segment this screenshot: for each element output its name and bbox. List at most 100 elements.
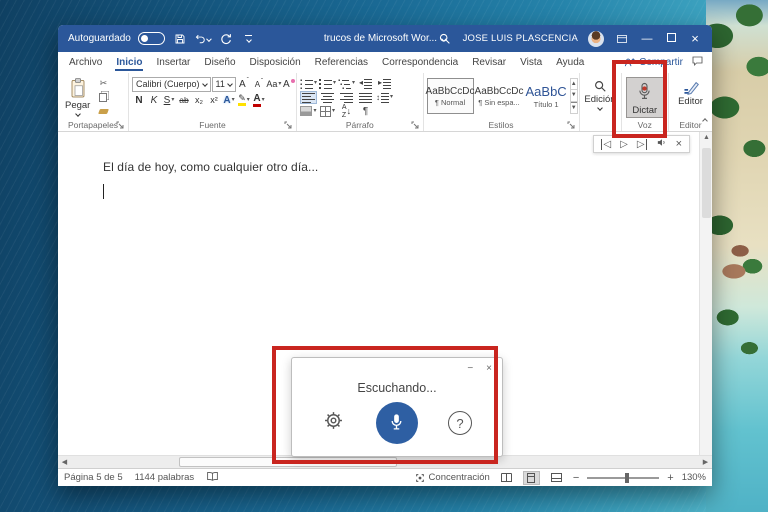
style-heading1[interactable]: AaBbC Título 1	[525, 78, 568, 114]
scroll-up-icon[interactable]: ▲	[700, 134, 713, 141]
dialog-launcher-icon[interactable]	[411, 121, 419, 129]
tab-insertar[interactable]: Insertar	[149, 54, 197, 71]
font-color-button[interactable]: A▾	[252, 93, 266, 107]
zoom-out-icon[interactable]: −	[573, 472, 579, 484]
collapse-ribbon-icon[interactable]	[703, 110, 707, 128]
multilevel-list-button[interactable]: ▾	[338, 77, 355, 90]
group-paragraph: ▾ ▾ ▾ ◂ ▸ ↕▾ ▾ ▾ AZ↓ ¶ Párrafo	[296, 73, 423, 131]
zoom-slider[interactable]	[587, 477, 659, 479]
editing-button[interactable]: Edición	[583, 78, 618, 111]
paste-button[interactable]: Pegar	[61, 76, 94, 117]
bullets-button[interactable]: ▾	[300, 77, 317, 90]
share-button[interactable]: Compartir	[624, 57, 683, 68]
proofing-book-icon[interactable]	[206, 471, 219, 485]
format-painter-icon[interactable]	[96, 105, 110, 117]
dictate-button[interactable]: Dictar	[626, 77, 664, 118]
font-family-select[interactable]: Calibri (Cuerpo)	[132, 77, 211, 92]
text-effects-button[interactable]: A▾	[222, 93, 236, 107]
dictation-mic-button[interactable]	[376, 402, 418, 444]
subscript-button[interactable]: x₂	[192, 93, 206, 107]
increase-indent-button[interactable]: ▸	[376, 77, 393, 90]
zoom-in-icon[interactable]: +	[667, 472, 673, 484]
play-icon[interactable]: ▷	[620, 139, 628, 150]
comment-icon[interactable]	[691, 55, 704, 70]
underline-button[interactable]: S▾	[162, 93, 176, 107]
voice-settings-icon[interactable]	[656, 137, 667, 151]
shrink-font-button[interactable]: Aˇ	[252, 77, 266, 91]
borders-button[interactable]: ▾	[319, 105, 336, 118]
tab-archivo[interactable]: Archivo	[62, 54, 109, 71]
page-indicator[interactable]: Página 5 de 5	[64, 472, 123, 483]
superscript-button[interactable]: x²	[207, 93, 221, 107]
help-icon[interactable]: ?	[448, 411, 472, 435]
tab-disposicion[interactable]: Disposición	[243, 54, 308, 71]
maximize-icon[interactable]	[664, 33, 678, 45]
avatar[interactable]	[588, 31, 604, 47]
numbering-button[interactable]: ▾	[319, 77, 336, 90]
tab-inicio[interactable]: Inicio	[109, 54, 149, 71]
highlight-button[interactable]: ✎▾	[237, 93, 251, 107]
line-spacing-icon	[381, 91, 389, 103]
autosave-toggle[interactable]	[138, 32, 165, 45]
word-count[interactable]: 1144 palabras	[135, 472, 195, 483]
tab-correspondencia[interactable]: Correspondencia	[375, 54, 465, 71]
shading-button[interactable]: ▾	[300, 105, 317, 118]
undo-icon[interactable]	[195, 30, 211, 48]
customize-qat-icon[interactable]	[241, 30, 257, 48]
tab-diseno[interactable]: Diseño	[197, 54, 242, 71]
editor-button[interactable]: Editor	[672, 78, 709, 108]
decrease-indent-button[interactable]: ◂	[357, 77, 374, 90]
italic-button[interactable]: K	[147, 93, 161, 107]
style-normal[interactable]: AaBbCcDc ¶ Normal	[427, 78, 474, 114]
vertical-scroll-thumb[interactable]	[702, 148, 711, 218]
line-spacing-button[interactable]: ↕▾	[376, 91, 393, 104]
align-right-icon	[340, 91, 353, 103]
scroll-right-icon[interactable]: ▶	[699, 458, 712, 466]
print-layout-button[interactable]	[523, 471, 540, 485]
web-layout-button[interactable]	[548, 471, 565, 485]
styles-gallery-scroll[interactable]: ▲▼▼	[570, 78, 578, 114]
tab-revisar[interactable]: Revisar	[465, 54, 513, 71]
align-left-button[interactable]	[300, 91, 317, 104]
bold-button[interactable]: N	[132, 93, 146, 107]
ribbon-display-icon[interactable]	[614, 30, 630, 48]
style-no-spacing[interactable]: AaBbCcDc ¶ Sin espa...	[476, 78, 523, 114]
document-title[interactable]: trucos de Microsoft Wor...	[324, 33, 446, 44]
close-icon[interactable]: ×	[688, 31, 702, 46]
read-mode-button[interactable]	[498, 471, 515, 485]
dialog-launcher-icon[interactable]	[116, 121, 124, 129]
minimize-icon[interactable]: —	[640, 33, 654, 45]
scroll-left-icon[interactable]: ◀	[58, 458, 71, 466]
settings-gear-icon[interactable]	[322, 409, 345, 437]
clear-formatting-button[interactable]: A	[282, 77, 296, 91]
tab-ayuda[interactable]: Ayuda	[549, 54, 591, 71]
copy-icon[interactable]	[96, 91, 110, 103]
save-icon[interactable]	[172, 30, 188, 48]
zoom-slider-thumb[interactable]	[625, 473, 629, 483]
cut-icon[interactable]: ✂	[96, 77, 110, 89]
popup-close-icon[interactable]: ×	[486, 363, 492, 374]
redo-icon[interactable]	[218, 30, 234, 48]
align-center-button[interactable]	[319, 91, 336, 104]
change-case-button[interactable]: Aa▾	[267, 77, 281, 91]
vertical-scrollbar[interactable]: ▲	[699, 132, 712, 455]
zoom-level[interactable]: 130%	[682, 472, 706, 483]
grow-font-button[interactable]: Aˆ	[237, 77, 251, 91]
close-icon[interactable]: ×	[676, 138, 682, 150]
horizontal-scroll-thumb[interactable]	[179, 457, 397, 467]
dialog-launcher-icon[interactable]	[284, 121, 292, 129]
dialog-launcher-icon[interactable]	[567, 121, 575, 129]
strikethrough-button[interactable]: ab	[177, 93, 191, 107]
tab-vista[interactable]: Vista	[513, 54, 549, 71]
focus-mode-button[interactable]: Concentración	[415, 472, 490, 483]
previous-icon[interactable]: ◁	[601, 139, 611, 150]
justify-button[interactable]	[357, 91, 374, 104]
next-icon[interactable]: ▷	[637, 139, 647, 150]
align-right-button[interactable]	[338, 91, 355, 104]
pilcrow-button[interactable]: ¶	[357, 105, 374, 118]
popup-minimize-icon[interactable]: −	[467, 363, 473, 374]
sort-button[interactable]: AZ↓	[338, 105, 355, 118]
user-name[interactable]: JOSE LUIS PLASCENCIA	[463, 33, 578, 44]
font-size-select[interactable]: 11	[212, 77, 236, 92]
tab-referencias[interactable]: Referencias	[308, 54, 375, 71]
